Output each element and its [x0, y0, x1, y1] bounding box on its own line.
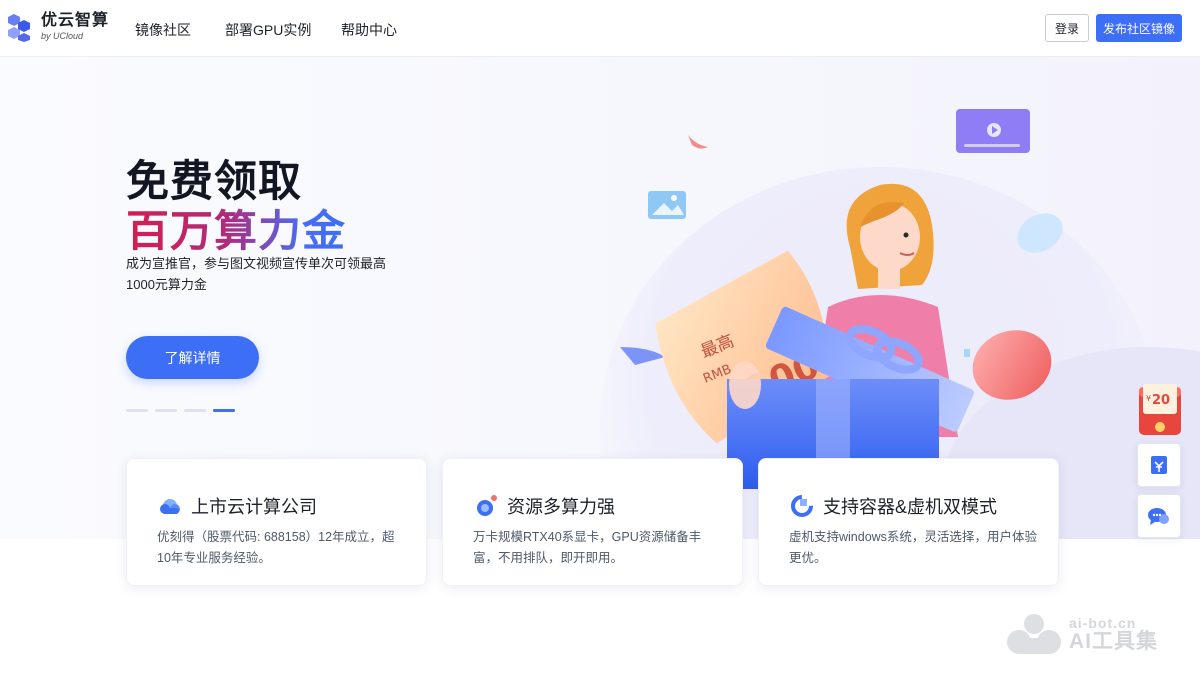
container-ring-icon — [791, 495, 813, 517]
nav-item-mirror-community[interactable]: 镜像社区 — [135, 20, 191, 40]
carousel-dot[interactable] — [126, 409, 148, 412]
red-packet-currency: ¥ — [1146, 394, 1151, 403]
nav-item-help-center[interactable]: 帮助中心 — [341, 20, 397, 40]
feature-description: 优刻得（股票代码: 688158）12年成立，超10年专业服务经验。 — [157, 530, 395, 565]
feature-card-compute-resources: 资源多算力强 万卡规模RTX40系显卡，GPU资源储备丰富，不用排队，即开即用。 — [442, 458, 743, 586]
carousel-indicator — [126, 409, 235, 412]
red-packet-amount: 20 — [1152, 393, 1170, 408]
feature-title: 支持容器&虚机双模式 — [823, 497, 998, 517]
coupon-float-button[interactable] — [1137, 443, 1181, 487]
carousel-dot-active[interactable] — [213, 409, 235, 412]
chat-icon — [1148, 508, 1169, 525]
nav-item-deploy-gpu[interactable]: 部署GPU实例 — [225, 20, 311, 40]
brand-logo[interactable]: 优云智算 by UCloud — [4, 12, 109, 42]
coupon-icon — [1151, 456, 1167, 474]
hero-highlight-title: 百万算力金 — [126, 197, 346, 259]
watermark-domain: ai-bot.cn — [1069, 615, 1137, 631]
feature-description: 万卡规模RTX40系显卡，GPU资源储备丰富，不用排队，即开即用。 — [473, 530, 702, 565]
publish-mirror-button[interactable]: 发布社区镜像 — [1096, 14, 1182, 42]
feature-description: 虚机支持windows系统，灵活选择，用户体验更优。 — [789, 530, 1037, 565]
top-navigation-bar: 优云智算 by UCloud 镜像社区 部署GPU实例 帮助中心 登录 发布社区… — [0, 0, 1200, 57]
feature-card-dual-mode: 支持容器&虚机双模式 虚机支持windows系统，灵活选择，用户体验更优。 — [758, 458, 1059, 586]
carousel-dot[interactable] — [155, 409, 177, 412]
cloud-icon — [160, 499, 180, 514]
chat-float-button[interactable] — [1137, 494, 1181, 538]
watermark-title: AI工具集 — [1069, 630, 1158, 653]
gpu-orbit-icon — [477, 495, 497, 516]
red-packet-icon[interactable]: ¥ 20 — [1137, 383, 1183, 437]
watermark-logo-icon — [1007, 614, 1061, 654]
feature-card-listed-company: 上市云计算公司 优刻得（股票代码: 688158）12年成立，超10年专业服务经… — [126, 458, 427, 586]
hero-description: 成为宣推官，参与图文视频宣传单次可领最高1000元算力金 — [126, 256, 387, 292]
brand-name: 优云智算 — [41, 12, 110, 29]
feature-title: 上市云计算公司 — [191, 497, 317, 517]
login-button[interactable]: 登录 — [1045, 14, 1089, 42]
carousel-dot[interactable] — [184, 409, 206, 412]
brand-subtitle: by UCloud — [41, 31, 84, 41]
learn-more-button[interactable]: 了解详情 — [126, 336, 259, 379]
feature-title: 资源多算力强 — [507, 497, 615, 517]
watermark: ai-bot.cn AI工具集 — [1005, 612, 1158, 656]
cube-cluster-icon — [8, 14, 30, 42]
